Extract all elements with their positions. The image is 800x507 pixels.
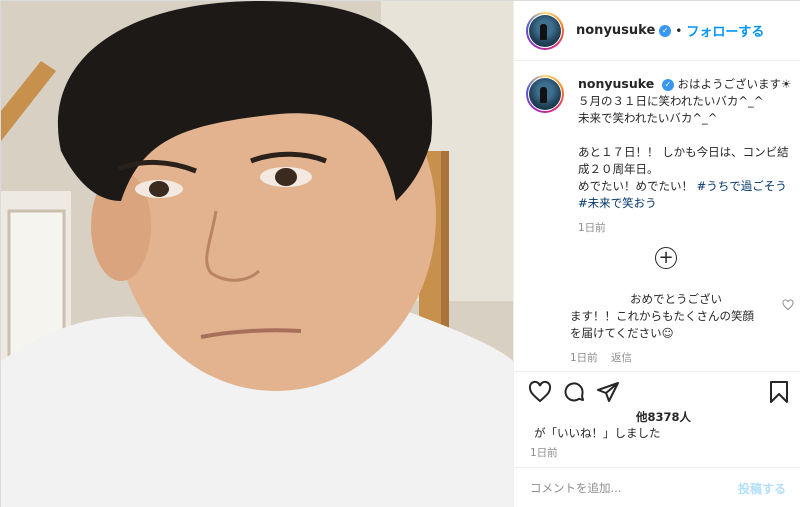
comment-timestamp[interactable]: 1日前 (570, 352, 598, 364)
follow-button[interactable]: フォローする (686, 21, 764, 40)
hashtag-link[interactable]: #うちで過ごそう (697, 179, 787, 193)
comment-heart-icon[interactable] (782, 299, 794, 314)
caption-line: 未来で笑われたいバカ^_^ (578, 111, 718, 125)
comment-input[interactable] (530, 481, 738, 495)
caption-block: nonyusuke ✓ おはようございます☀ ５月の３１日に笑われたいバカ^_^… (526, 75, 796, 237)
hashtag-link[interactable]: #未来で笑おう (578, 196, 657, 210)
instagram-post-modal: nonyusuke ✓ • フォローする nonyusuke ✓ おはようござい… (0, 0, 800, 507)
comment-meta: 1日前 返信 (570, 350, 790, 367)
verified-badge-icon: ✓ (661, 78, 674, 91)
caption-line: ５月の３１日に笑われたいバカ^_^ (578, 94, 764, 108)
liked-by-text: が「いいね！」しました (534, 426, 661, 440)
post-header: nonyusuke ✓ • フォローする (514, 1, 800, 61)
caption-line: おはようございます☀ (677, 77, 792, 91)
plus-circle-icon[interactable]: + (655, 247, 677, 269)
caption-text: nonyusuke ✓ おはようございます☀ ５月の３１日に笑われたいバカ^_^… (578, 75, 792, 237)
caption-timestamp[interactable]: 1日前 (578, 220, 792, 237)
header-username[interactable]: nonyusuke (576, 23, 655, 38)
bookmark-icon[interactable] (768, 380, 790, 407)
caption-avatar (529, 78, 561, 110)
selfie-image (1, 1, 513, 507)
caption-line: あと１７日！！ しかも今日は、コンビ結 (578, 145, 789, 159)
caption-story-ring[interactable] (526, 75, 564, 113)
reply-button[interactable]: 返信 (611, 352, 632, 364)
post-side-panel: nonyusuke ✓ • フォローする nonyusuke ✓ おはようござい… (513, 1, 800, 507)
comments-section: nonyusuke ✓ おはようございます☀ ５月の３１日に笑われたいバカ^_^… (514, 61, 800, 371)
verified-badge-icon: ✓ (659, 24, 672, 37)
separator-dot: • (675, 23, 683, 38)
like-count[interactable]: 他8378人 (636, 409, 691, 425)
comment-icon[interactable] (562, 380, 586, 407)
comment-line: ます！！これからもたくさんの笑顔 (570, 309, 754, 323)
comment-line: を届けてください☺ (570, 326, 674, 340)
action-bar (514, 371, 800, 411)
avatar (529, 14, 561, 47)
caption-line: 成２０周年日。 (578, 162, 659, 176)
post-photo[interactable] (1, 1, 513, 507)
post-comment-button[interactable]: 投稿する (738, 480, 786, 497)
caption-username[interactable]: nonyusuke (578, 76, 654, 91)
comment-line: おめでとうござい (630, 292, 722, 306)
heart-icon[interactable] (528, 380, 552, 407)
paper-plane-icon[interactable] (596, 380, 620, 407)
story-ring[interactable] (526, 11, 564, 50)
post-date[interactable]: 1日前 (530, 445, 558, 461)
caption-line: めでたい！めでたい！ (578, 179, 693, 193)
comment-composer: 投稿する (514, 467, 800, 507)
comment-item: おめでとうござい ます！！これからもたくさんの笑顔 を届けてください☺ 1日前 … (570, 291, 790, 367)
